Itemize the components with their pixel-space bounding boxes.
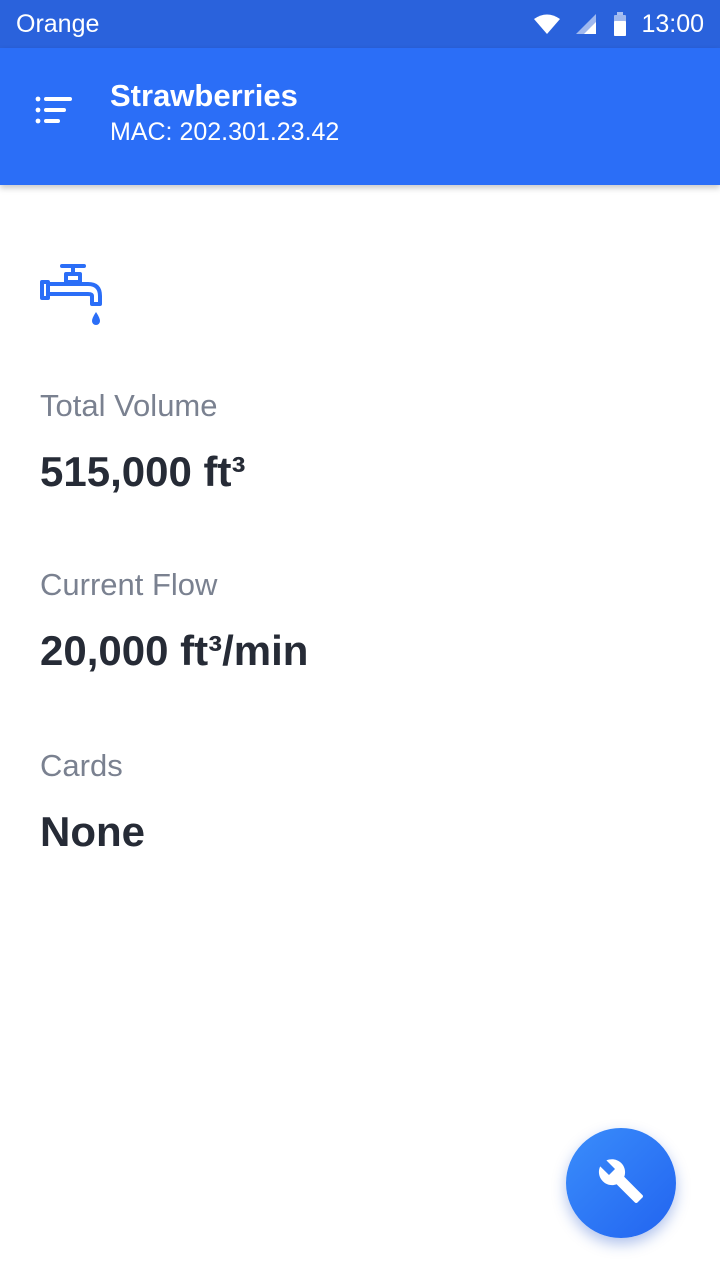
battery-icon [613, 12, 627, 36]
status-bar: Orange 13:00 [0, 0, 720, 48]
clock: 13:00 [641, 9, 704, 38]
cards-value: None [40, 808, 145, 855]
device-mac-address: MAC: 202.301.23.42 [110, 118, 340, 146]
menu-button[interactable] [28, 88, 80, 140]
menu-list-icon [34, 95, 74, 134]
total-volume-value: 515,000 ft³ [40, 448, 246, 495]
settings-fab[interactable] [566, 1128, 676, 1238]
total-volume-label: Total Volume [40, 388, 218, 423]
wifi-icon [533, 13, 561, 35]
device-title: Strawberries [110, 78, 298, 113]
current-flow-label: Current Flow [40, 567, 218, 602]
cards-label: Cards [40, 748, 123, 783]
wrench-icon [597, 1157, 645, 1210]
status-icons: 13:00 [533, 10, 704, 39]
current-flow-value: 20,000 ft³/min [40, 627, 309, 674]
faucet-icon [36, 262, 106, 328]
app-bar: Strawberries MAC: 202.301.23.42 [0, 48, 720, 185]
cellular-signal-icon [575, 13, 597, 35]
carrier-name: Orange [16, 9, 100, 38]
